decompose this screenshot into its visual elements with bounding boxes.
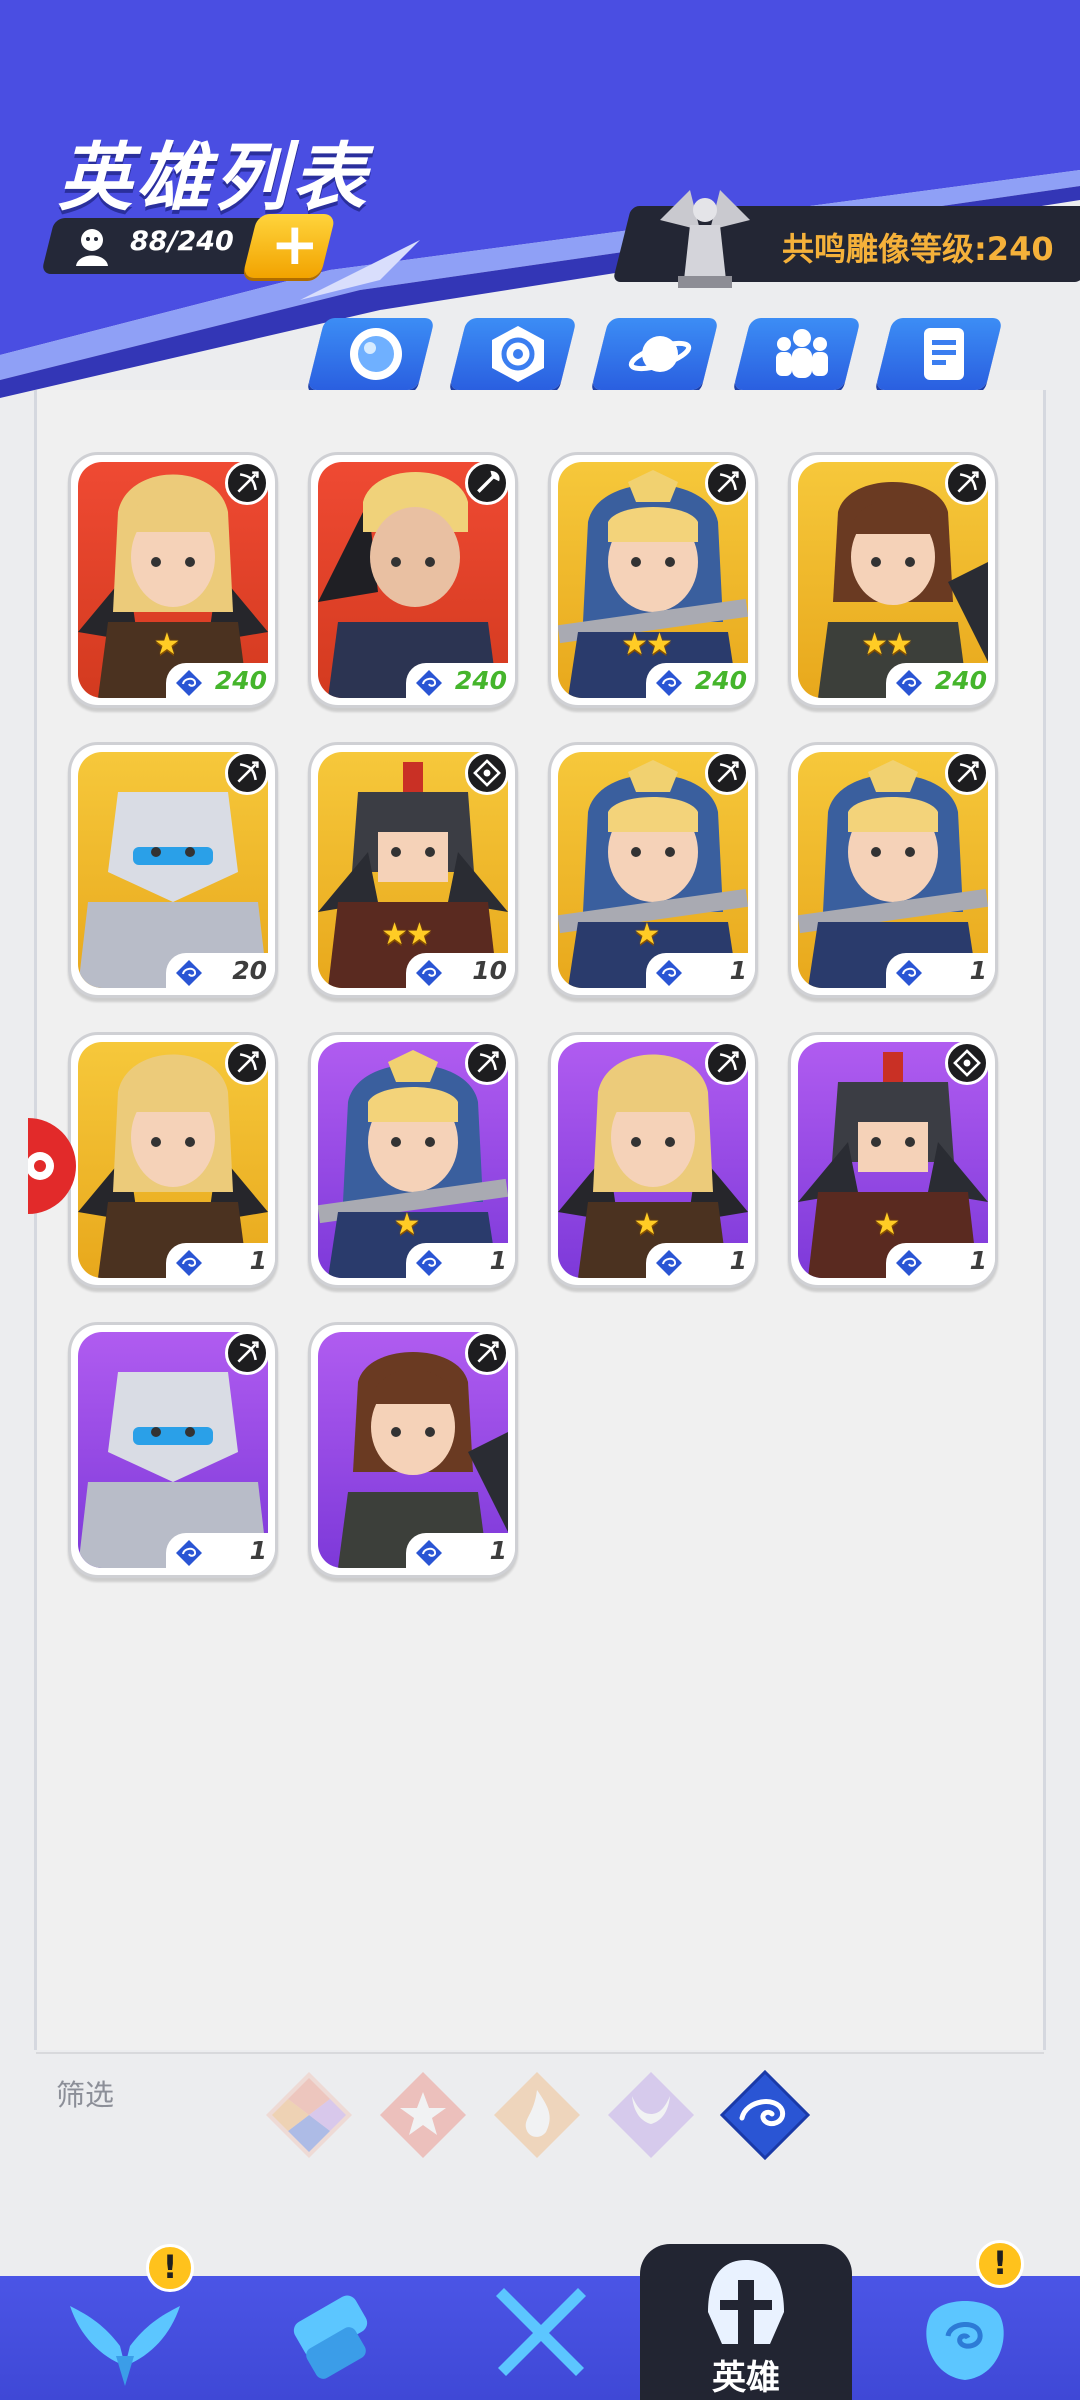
bow-icon <box>465 1041 509 1085</box>
hero-card[interactable]: ★ 1 <box>548 742 758 998</box>
page-title: 英雄列表 <box>58 135 370 221</box>
side-target-marker[interactable] <box>28 1118 78 1214</box>
bow-icon <box>225 1331 269 1375</box>
hero-level: 1 <box>489 1536 507 1565</box>
wind-element-icon <box>176 1540 202 1566</box>
wind-element-icon <box>176 1250 202 1276</box>
wind-element-icon <box>896 960 922 986</box>
wind-element-icon <box>416 670 442 696</box>
rune-icon <box>945 1041 989 1085</box>
team-icon <box>776 329 828 378</box>
nav-badge-5: ! <box>976 2240 1024 2288</box>
hero-count: 88/240 <box>130 226 234 257</box>
bow-icon <box>225 1041 269 1085</box>
crossed-swords-icon[interactable] <box>476 2276 606 2400</box>
hero-level: 1 <box>489 1246 507 1275</box>
wind-element-icon <box>896 670 922 696</box>
wind-element-icon <box>176 670 202 696</box>
wind-element-icon <box>656 960 682 986</box>
hero-level: 1 <box>969 1246 987 1275</box>
statue-level-label: 共鸣雕像等级:240 <box>782 230 1054 268</box>
hero-stars: ★ <box>633 917 661 952</box>
hero-stars: ★★ <box>381 917 433 952</box>
book-icon <box>924 328 964 380</box>
filter-star-icon[interactable] <box>378 2070 468 2160</box>
wind-element-icon <box>656 1250 682 1276</box>
planet-icon <box>628 336 692 372</box>
hero-level: 1 <box>729 1246 747 1275</box>
rune-stone-icon[interactable] <box>900 2276 1030 2400</box>
nav-heroes-label: 英雄 <box>712 2358 780 2398</box>
hero-level: 1 <box>969 956 987 985</box>
bow-icon <box>225 751 269 795</box>
hero-head-icon <box>76 229 108 266</box>
wind-element-icon <box>416 1250 442 1276</box>
hero-card[interactable]: ★★ 240 <box>548 452 758 708</box>
filter-all-elements-icon[interactable] <box>264 2070 354 2160</box>
hero-level: 1 <box>249 1536 267 1565</box>
hero-card[interactable]: ★ 240 <box>68 452 278 708</box>
hero-level: 240 <box>694 666 747 695</box>
plus-icon: + <box>270 210 320 278</box>
hero-level: 10 <box>472 956 507 985</box>
wind-element-icon <box>416 960 442 986</box>
bow-icon <box>705 751 749 795</box>
filter-horns-icon[interactable] <box>606 2070 696 2160</box>
hero-stars: ★ <box>633 1207 661 1242</box>
scroll-icon[interactable] <box>268 2276 398 2400</box>
add-hero-slots-button[interactable]: + <box>242 210 336 278</box>
hero-card[interactable]: 240 <box>308 452 518 708</box>
bow-icon <box>225 461 269 505</box>
hero-stars: ★★ <box>621 627 673 662</box>
hero-card[interactable]: 1 <box>788 742 998 998</box>
hero-card[interactable]: ★ 1 <box>308 1032 518 1288</box>
hero-card[interactable]: 1 <box>68 1322 278 1578</box>
bow-icon <box>465 1331 509 1375</box>
hero-card[interactable]: 20 <box>68 742 278 998</box>
statue-icon <box>660 190 750 288</box>
helmet-icon <box>708 2260 784 2344</box>
hero-level: 1 <box>249 1246 267 1275</box>
rune-icon <box>465 751 509 795</box>
hero-stars: ★ <box>153 627 181 662</box>
filter-divider <box>36 2052 1044 2054</box>
wings-icon[interactable] <box>60 2276 190 2400</box>
filter-wind-icon[interactable] <box>720 2070 810 2160</box>
hero-level: 20 <box>232 956 267 985</box>
hero-level: 240 <box>934 666 987 695</box>
hero-level: 1 <box>729 956 747 985</box>
hero-stars: ★★ <box>861 627 913 662</box>
hero-card[interactable]: 1 <box>68 1032 278 1288</box>
hero-stars: ★ <box>393 1207 421 1242</box>
hero-stars: ★ <box>873 1207 901 1242</box>
hero-card[interactable]: ★★ 240 <box>788 452 998 708</box>
wind-element-icon <box>416 1540 442 1566</box>
hero-level: 240 <box>214 666 267 695</box>
wind-element-icon <box>176 960 202 986</box>
bow-icon <box>705 1041 749 1085</box>
bow-icon <box>945 461 989 505</box>
bow-icon <box>705 461 749 505</box>
filter-label: 筛选 <box>56 2078 115 2112</box>
hero-level: 240 <box>454 666 507 695</box>
hero-card[interactable]: ★ 1 <box>548 1032 758 1288</box>
hero-card[interactable]: ★ 1 <box>788 1032 998 1288</box>
bow-icon <box>945 751 989 795</box>
orb-icon <box>350 328 402 380</box>
filter-fire-icon[interactable] <box>492 2070 582 2160</box>
wind-element-icon <box>656 670 682 696</box>
hero-card[interactable]: 1 <box>308 1322 518 1578</box>
rune-swirl-icon <box>492 326 544 382</box>
hero-card[interactable]: ★★ 10 <box>308 742 518 998</box>
nav-badge-1: ! <box>146 2244 194 2292</box>
axe-icon <box>465 461 509 505</box>
wind-element-icon <box>896 1250 922 1276</box>
